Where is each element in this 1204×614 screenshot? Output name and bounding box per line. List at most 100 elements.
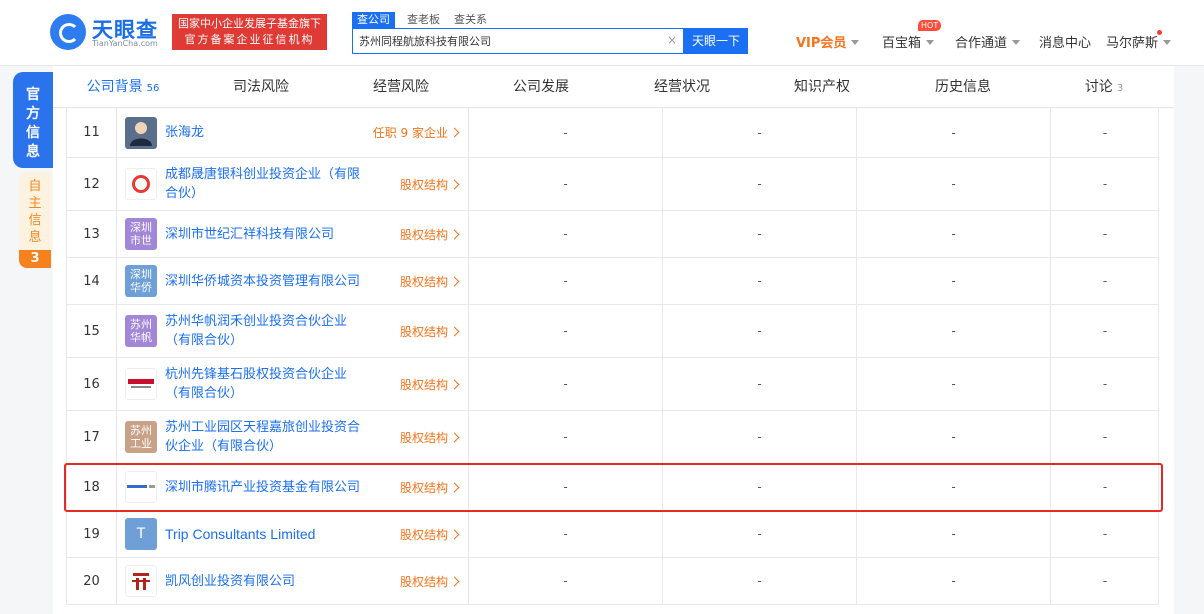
company-name-link[interactable]: 凯风创业投资有限公司 [165, 572, 363, 591]
table-cell: - [663, 464, 857, 510]
tab-label: 历史信息 [935, 79, 991, 95]
equity-structure-link[interactable]: 股权结构 [400, 573, 458, 590]
company-avatar[interactable]: 苏州工业 [125, 421, 157, 453]
table-row: 13 深圳市世 深圳市世纪汇祥科技有限公司 股权结构 - - - - [66, 211, 1159, 258]
table-cell: - [1051, 108, 1159, 157]
empty-value: - [563, 324, 568, 338]
search-button[interactable]: 天眼一下 [684, 28, 748, 54]
positions-link[interactable]: 任职 9 家企业 [373, 124, 458, 141]
table-cell: - [663, 411, 857, 463]
equity-structure-link[interactable]: 股权结构 [400, 526, 458, 543]
side-tab-self-info[interactable]: 自主信息 3 [19, 172, 51, 268]
tab-intellectual-property[interactable]: 知识产权 [752, 66, 892, 108]
empty-value: - [1102, 125, 1108, 140]
tab-label: 公司发展 [513, 79, 569, 95]
equity-structure-link[interactable]: 股权结构 [400, 323, 458, 340]
table-cell: - [857, 511, 1051, 557]
company-name-link[interactable]: 苏州华帆润禾创业投资合伙企业（有限合伙） [165, 312, 363, 350]
table-cell: - [469, 358, 663, 410]
company-name-link[interactable]: 杭州先锋基石股权投资合伙企业（有限合伙） [165, 365, 363, 403]
cooperation-menu[interactable]: 合作通道 [955, 32, 1021, 52]
table-cell: - [469, 464, 663, 510]
company-logo[interactable] [125, 368, 157, 400]
table-row: 12 成都晟唐银科创业投资企业（有限合伙） 股权结构 - - - - [66, 158, 1159, 211]
person-name-link[interactable]: 张海龙 [165, 123, 363, 142]
equity-structure-link[interactable]: 股权结构 [400, 273, 458, 290]
user-menu[interactable]: 马尔萨斯 [1106, 32, 1172, 52]
tab-label: 经营状况 [654, 79, 710, 95]
company-avatar[interactable]: 深圳市世 [125, 218, 157, 250]
promo-banner[interactable]: 国家中小企业发展子基金旗下 官方备案企业征信机构 [172, 14, 327, 50]
messages-label: 消息中心 [1039, 36, 1092, 51]
table-cell: - [663, 558, 857, 604]
tab-label: 经营风险 [373, 79, 429, 95]
empty-value: - [951, 527, 956, 541]
company-name-link[interactable]: 深圳华侨城资本投资管理有限公司 [165, 272, 363, 291]
company-logo[interactable] [125, 471, 157, 503]
tab-operation-status[interactable]: 经营状况 [612, 66, 752, 108]
equity-structure-link[interactable]: 股权结构 [400, 479, 458, 496]
site-logo[interactable]: 天眼查 TianYanCha.com [50, 14, 162, 50]
empty-value: - [951, 430, 956, 444]
equity-structure-link[interactable]: 股权结构 [400, 376, 458, 393]
name-cell: 深圳市腾讯产业投资基金有限公司 股权结构 [117, 464, 469, 510]
search-tab-boss[interactable]: 查老板 [407, 12, 440, 28]
name-cell: 深圳市世 深圳市世纪汇祥科技有限公司 股权结构 [117, 211, 469, 257]
table-cell: - [1051, 464, 1159, 510]
chevron-down-icon [1012, 40, 1021, 45]
equity-structure-link[interactable]: 股权结构 [400, 226, 458, 243]
row-number: 17 [67, 411, 117, 463]
company-name-link[interactable]: 苏州工业园区天程嘉旅创业投资合伙企业（有限合伙） [165, 418, 363, 456]
tab-discussion[interactable]: 讨论 3 [1034, 66, 1174, 108]
vip-member-link[interactable]: VIP会员 [796, 32, 860, 52]
table-cell: - [1051, 211, 1159, 257]
row-number: 11 [67, 108, 117, 157]
company-avatar[interactable]: T [125, 518, 157, 550]
empty-value: - [563, 430, 568, 444]
name-cell: 苏州工业 苏州工业园区天程嘉旅创业投资合伙企业（有限合伙） 股权结构 [117, 411, 469, 463]
company-name-link[interactable]: 深圳市腾讯产业投资基金有限公司 [165, 478, 363, 497]
tab-operation-risk[interactable]: 经营风险 [331, 66, 471, 108]
empty-value: - [563, 377, 568, 391]
tab-company-background[interactable]: 公司背景 56 [53, 66, 193, 108]
company-avatar[interactable]: 深圳华侨 [125, 265, 157, 297]
tab-company-development[interactable]: 公司发展 [471, 66, 611, 108]
search-input[interactable] [359, 32, 659, 50]
table-cell: - [469, 411, 663, 463]
company-logo[interactable] [125, 168, 157, 200]
chevron-down-icon [1163, 40, 1172, 45]
equity-structure-link[interactable]: 股权结构 [400, 429, 458, 446]
empty-value: - [757, 274, 762, 288]
person-avatar[interactable] [125, 116, 157, 149]
row-number: 15 [67, 305, 117, 357]
banner-line-2: 官方备案企业征信机构 [184, 33, 315, 46]
tab-count: 56 [146, 83, 160, 94]
vip-label: VIP会员 [796, 36, 847, 51]
tab-judicial-risk[interactable]: 司法风险 [191, 66, 331, 108]
company-name-link[interactable]: Trip Consultants Limited [165, 525, 363, 544]
tab-label: 知识产权 [794, 79, 850, 95]
side-tab-self-count: 3 [19, 250, 51, 268]
company-name-link[interactable]: 成都晟唐银科创业投资企业（有限合伙） [165, 165, 363, 203]
table-cell: - [663, 108, 857, 157]
side-tab-official-info[interactable]: 官方信息 [13, 72, 53, 168]
company-avatar[interactable]: 苏州华帆 [125, 315, 157, 347]
company-logo[interactable] [125, 565, 157, 597]
row-number: 19 [67, 511, 117, 557]
empty-value: - [563, 177, 568, 191]
company-name-link[interactable]: 深圳市世纪汇祥科技有限公司 [165, 225, 363, 244]
search-tab-company[interactable]: 查公司 [352, 12, 395, 28]
table-cell: - [469, 211, 663, 257]
table-cell: - [663, 158, 857, 210]
message-center-link[interactable]: 消息中心 [1039, 32, 1091, 52]
table-cell: - [1051, 158, 1159, 210]
empty-value: - [951, 274, 956, 288]
row-number: 18 [67, 464, 117, 510]
search-tab-relation[interactable]: 查关系 [454, 12, 487, 28]
empty-value: - [563, 227, 568, 241]
name-cell: 成都晟唐银科创业投资企业（有限合伙） 股权结构 [117, 158, 469, 210]
tab-history[interactable]: 历史信息 [893, 66, 1033, 108]
treasure-box-menu[interactable]: 百宝箱 [882, 32, 935, 52]
equity-structure-link[interactable]: 股权结构 [400, 176, 458, 193]
close-icon[interactable]: × [667, 33, 677, 47]
